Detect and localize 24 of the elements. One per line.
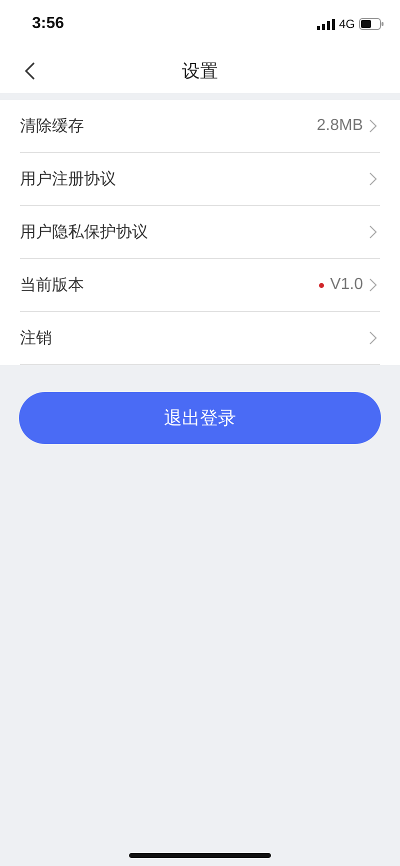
- chevron-right-icon: [369, 331, 378, 345]
- back-icon: [24, 62, 35, 80]
- chevron-right-icon: [369, 119, 378, 133]
- row-value: V1.0: [330, 276, 363, 294]
- battery-icon: [359, 18, 384, 30]
- network-label: 4G: [338, 17, 355, 31]
- chevron-right-icon: [369, 172, 378, 186]
- signal-icon: [316, 18, 335, 30]
- settings-row[interactable]: 用户隐私保护协议: [20, 206, 380, 259]
- status-time: 3:56: [32, 15, 64, 33]
- settings-row[interactable]: 用户注册协议: [20, 153, 380, 206]
- row-label: 当前版本: [20, 274, 85, 296]
- row-label: 注销: [20, 328, 53, 348]
- row-label: 用户隐私保护协议: [20, 222, 149, 242]
- logout-button[interactable]: 退出登录: [19, 392, 381, 444]
- row-value: 2.8MB: [316, 117, 363, 135]
- chevron-right-icon: [369, 278, 378, 292]
- settings-row[interactable]: 当前版本 V1.0: [20, 259, 380, 312]
- row-label: 用户注册协议: [20, 168, 117, 190]
- row-label: 清除缓存: [20, 116, 85, 136]
- settings-row[interactable]: 清除缓存 2.8MB: [20, 100, 380, 153]
- page-title: 设置: [182, 60, 218, 82]
- settings-row[interactable]: 注销: [20, 312, 380, 365]
- chevron-right-icon: [369, 225, 378, 239]
